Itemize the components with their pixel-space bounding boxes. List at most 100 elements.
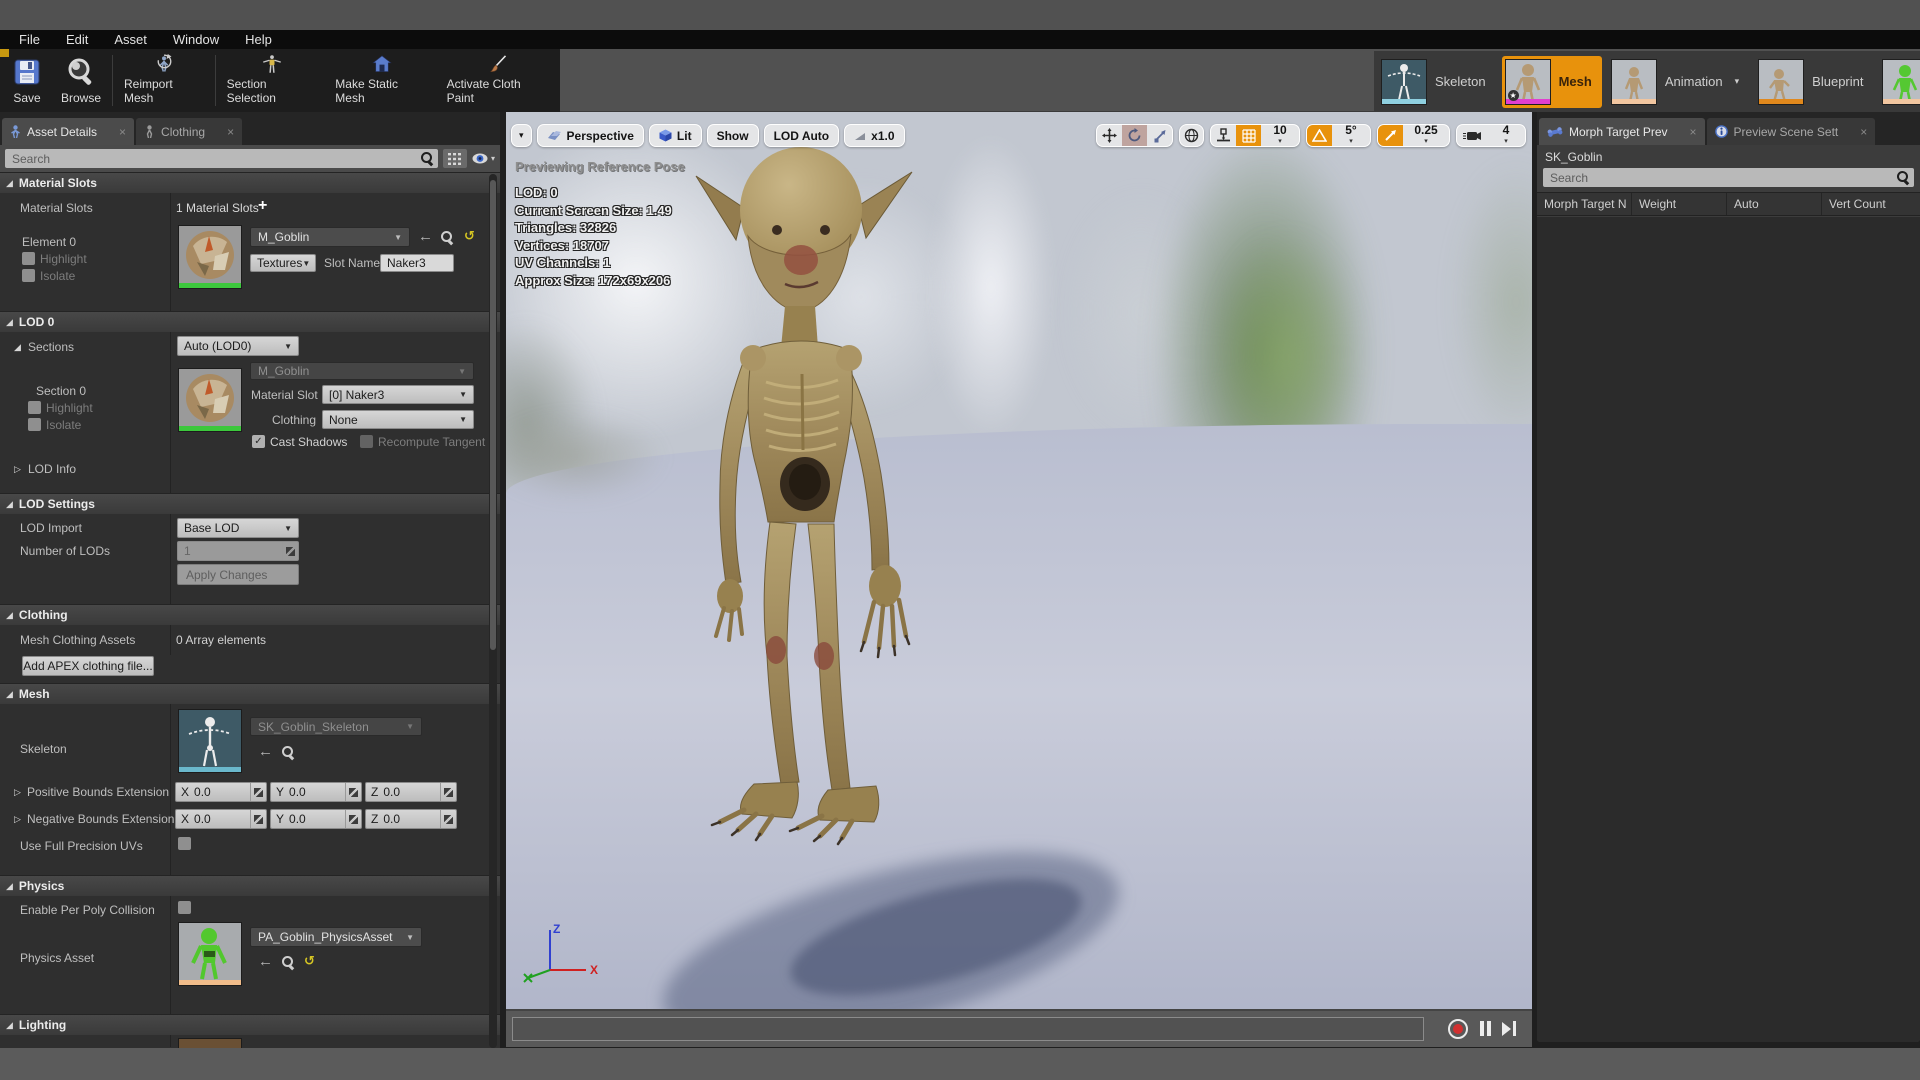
- coordinate-system-button[interactable]: [1179, 124, 1204, 147]
- mode-blueprint-button[interactable]: Blueprint: [1755, 56, 1873, 108]
- use-selected-icon[interactable]: ←: [418, 229, 433, 244]
- section-material-thumbnail[interactable]: [178, 368, 242, 432]
- neg-bounds-z-spinner[interactable]: Z 0.0: [365, 809, 457, 829]
- left-panel-scrollbar[interactable]: [489, 174, 497, 1048]
- perspective-button[interactable]: Perspective: [536, 124, 644, 147]
- morph-target-list[interactable]: [1537, 217, 1920, 1042]
- collapsed-arrow-icon[interactable]: ▷: [14, 814, 21, 825]
- use-selected-icon[interactable]: ←: [258, 954, 273, 969]
- rotation-snap-toggle-button[interactable]: [1307, 125, 1332, 146]
- expanded-arrow-icon[interactable]: ◢: [14, 342, 21, 353]
- tab-preview-scene-settings[interactable]: Preview Scene Sett ×: [1706, 118, 1876, 145]
- view-options-button[interactable]: ▾: [472, 153, 495, 164]
- col-auto[interactable]: Auto: [1727, 193, 1822, 215]
- tab-asset-details[interactable]: Asset Details ×: [2, 118, 135, 145]
- full-precision-uv-checkbox[interactable]: [178, 837, 191, 850]
- animation-dropdown-arrow-icon[interactable]: ▾: [1735, 76, 1740, 87]
- lod-selector-combo[interactable]: Auto (LOD0) ▼: [177, 336, 299, 356]
- drag-spinner-icon[interactable]: [250, 783, 266, 801]
- pos-bounds-z-spinner[interactable]: Z 0.0: [365, 782, 457, 802]
- pos-bounds-y-spinner[interactable]: Y 0.0: [270, 782, 362, 802]
- morph-search-input[interactable]: [1543, 168, 1914, 187]
- drag-spinner-icon[interactable]: [345, 783, 361, 801]
- section-selection-button[interactable]: Section Selection: [218, 51, 327, 110]
- morph-search-field[interactable]: [1543, 168, 1914, 187]
- scale-snap-value-button[interactable]: 0.25 ▾: [1403, 125, 1449, 146]
- col-vert-count[interactable]: Vert Count: [1822, 193, 1920, 215]
- clothing-combo[interactable]: None ▼: [322, 410, 474, 429]
- mode-skeleton-button[interactable]: Skeleton: [1378, 56, 1496, 108]
- translate-tool-button[interactable]: [1097, 125, 1122, 146]
- browse-to-asset-icon[interactable]: [281, 745, 295, 759]
- record-button[interactable]: [1448, 1019, 1468, 1039]
- section-lod-settings[interactable]: ◢ LOD Settings: [0, 493, 500, 514]
- drag-spinner-icon[interactable]: [440, 810, 456, 828]
- save-button[interactable]: Save: [2, 51, 52, 110]
- details-search-input[interactable]: [5, 149, 438, 168]
- browse-to-asset-icon[interactable]: [281, 955, 295, 969]
- section-material-slots[interactable]: ◢ Material Slots: [0, 172, 500, 193]
- section-lod0[interactable]: ◢ LOD 0: [0, 311, 500, 332]
- details-search-field[interactable]: [5, 149, 438, 168]
- playback-speed-button[interactable]: x1.0: [844, 124, 905, 147]
- per-poly-collision-checkbox[interactable]: [178, 901, 191, 914]
- rotation-snap-value-button[interactable]: 5° ▾: [1332, 125, 1370, 146]
- rotate-tool-button[interactable]: [1122, 125, 1147, 146]
- add-material-slot-button[interactable]: +: [258, 198, 267, 214]
- scale-snap-toggle-button[interactable]: [1378, 125, 1403, 146]
- textures-combo[interactable]: Textures ▼: [250, 254, 316, 272]
- browse-button[interactable]: Browse: [52, 51, 110, 110]
- show-button[interactable]: Show: [706, 124, 759, 147]
- scale-tool-button[interactable]: [1147, 125, 1172, 146]
- drag-spinner-icon[interactable]: [345, 810, 361, 828]
- make-static-mesh-button[interactable]: Make Static Mesh: [326, 51, 437, 110]
- pos-bounds-x-spinner[interactable]: X 0.0: [175, 782, 267, 802]
- step-forward-button[interactable]: [1502, 1021, 1516, 1036]
- close-icon[interactable]: ×: [119, 126, 126, 138]
- section-lighting[interactable]: ◢ Lighting: [0, 1014, 500, 1035]
- isolate-checkbox[interactable]: [28, 418, 41, 431]
- highlight-checkbox[interactable]: [22, 252, 35, 265]
- close-icon[interactable]: ×: [1860, 126, 1867, 138]
- highlight-checkbox[interactable]: [28, 401, 41, 414]
- property-matrix-button[interactable]: [442, 149, 467, 168]
- reset-icon[interactable]: ↺: [464, 229, 475, 242]
- close-icon[interactable]: ×: [227, 126, 234, 138]
- collapsed-arrow-icon[interactable]: ▷: [14, 464, 21, 475]
- material-slot-combo[interactable]: [0] Naker3 ▼: [322, 385, 474, 404]
- cast-shadows-checkbox[interactable]: ✓: [252, 435, 265, 448]
- lod-auto-button[interactable]: LOD Auto: [763, 124, 840, 147]
- preview-viewport[interactable]: ▾ Perspective Lit Show LOD Auto x1.0 10 …: [506, 112, 1532, 1047]
- grid-snap-value-button[interactable]: 10 ▾: [1261, 125, 1299, 146]
- drag-spinner-icon[interactable]: [440, 783, 456, 801]
- camera-speed-value-button[interactable]: 4 ▾: [1487, 125, 1525, 146]
- camera-speed-button[interactable]: [1457, 125, 1487, 146]
- section-clothing[interactable]: ◢ Clothing: [0, 604, 500, 625]
- menu-help[interactable]: Help: [232, 30, 285, 49]
- tab-morph-target-previewer[interactable]: Morph Target Prev ×: [1539, 118, 1705, 145]
- mode-physics-button[interactable]: Physics: [1879, 56, 1920, 108]
- slot-name-input[interactable]: Naker3: [380, 254, 454, 272]
- menu-file[interactable]: File: [6, 30, 53, 49]
- lod-import-combo[interactable]: Base LOD ▼: [177, 518, 299, 538]
- menu-window[interactable]: Window: [160, 30, 232, 49]
- isolate-checkbox[interactable]: [22, 269, 35, 282]
- tab-clothing[interactable]: Clothing ×: [136, 118, 243, 145]
- drag-spinner-icon[interactable]: [250, 810, 266, 828]
- grid-snap-toggle-button[interactable]: [1236, 125, 1261, 146]
- viewport-options-button[interactable]: ▾: [511, 124, 532, 147]
- mode-animation-button[interactable]: Animation ▾: [1608, 56, 1749, 108]
- col-morph-target-name[interactable]: Morph Target N: [1537, 193, 1632, 215]
- section-physics[interactable]: ◢ Physics: [0, 875, 500, 896]
- neg-bounds-y-spinner[interactable]: Y 0.0: [270, 809, 362, 829]
- activate-cloth-paint-button[interactable]: Activate Cloth Paint: [438, 51, 558, 110]
- col-weight[interactable]: Weight: [1632, 193, 1727, 215]
- close-icon[interactable]: ×: [1690, 126, 1697, 138]
- skeleton-thumbnail[interactable]: [178, 709, 242, 773]
- collapsed-arrow-icon[interactable]: ▷: [14, 787, 21, 798]
- physics-asset-combo[interactable]: PA_Goblin_PhysicsAsset ▼: [250, 927, 422, 947]
- lit-button[interactable]: Lit: [648, 124, 702, 147]
- neg-bounds-x-spinner[interactable]: X 0.0: [175, 809, 267, 829]
- material-asset-combo[interactable]: M_Goblin ▼: [250, 227, 410, 247]
- reset-icon[interactable]: ↺: [304, 954, 315, 967]
